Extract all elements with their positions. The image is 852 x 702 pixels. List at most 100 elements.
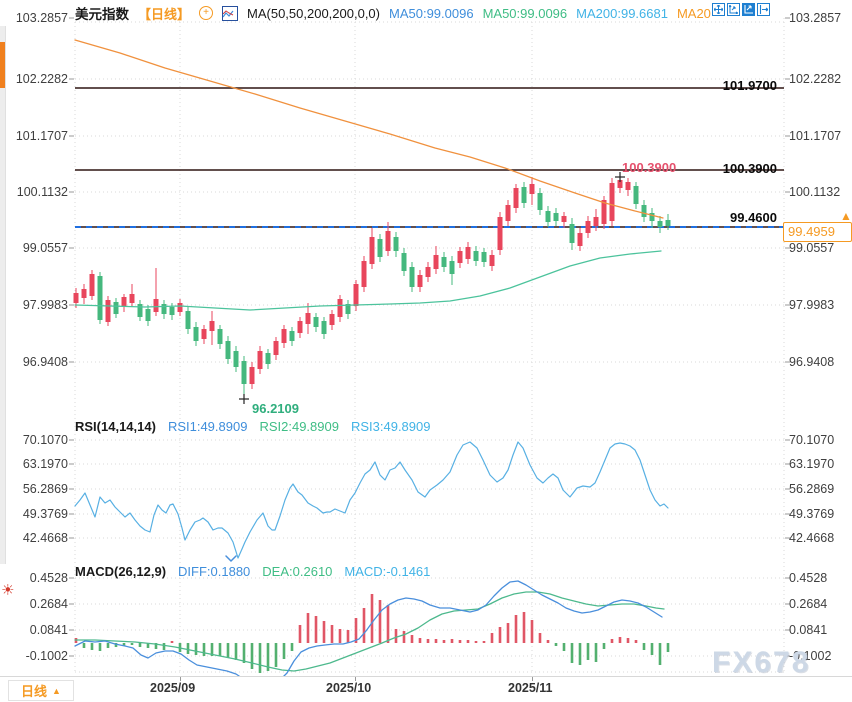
axis-tick-label: 97.9983 — [789, 297, 834, 313]
axis-tick-label: 100.1132 — [17, 184, 68, 200]
chart-type-icon[interactable] — [222, 6, 238, 21]
macd-histogram-bar — [187, 643, 190, 654]
macd-diff-value: DIFF:0.1880 — [178, 564, 250, 579]
macd-histogram-bar — [547, 640, 550, 643]
candle-body — [330, 314, 335, 325]
macd-histogram-bar — [651, 643, 654, 655]
indicator-settings-icon[interactable]: ☀ — [1, 583, 14, 599]
macd-dif-line — [75, 581, 662, 683]
macd-histogram-bar — [395, 629, 398, 643]
candle-body — [482, 252, 487, 262]
macd-histogram-bar — [459, 640, 462, 643]
macd-histogram-bar — [243, 643, 246, 663]
macd-histogram-bar — [507, 623, 510, 643]
zoom-axis-icon[interactable] — [727, 3, 740, 16]
candle-body — [314, 317, 319, 327]
macd-header: MACD(26,12,9) DIFF:0.1880 DEA:0.2610 MAC… — [75, 564, 430, 579]
candle-body — [114, 302, 119, 314]
macd-histogram-bar — [611, 639, 614, 643]
axis-tick-label: 0.4528 — [30, 570, 68, 586]
macd-histogram-bar — [251, 643, 254, 669]
fx678-watermark: FX678 — [712, 646, 810, 680]
macd-histogram-bar — [411, 635, 414, 643]
macd-histogram-bar — [315, 616, 318, 643]
candle-body — [570, 224, 575, 243]
candle-body — [626, 182, 631, 190]
candle-body — [106, 300, 111, 322]
macd-histogram-bar — [91, 643, 94, 650]
period-selector-button[interactable]: 日线 ▲ — [8, 680, 74, 701]
candle-body — [282, 329, 287, 343]
macd-histogram-bar — [259, 643, 262, 673]
candle-body — [138, 304, 143, 317]
candle-body — [250, 367, 255, 384]
axis-tick-label: 96.9408 — [789, 354, 834, 370]
axis-tick-label: 103.2857 — [789, 10, 841, 26]
candle-body — [266, 353, 271, 364]
macd-histogram-bar — [371, 594, 374, 643]
candle-body — [370, 237, 375, 264]
candle-body — [90, 274, 95, 296]
rsi1-value: RSI1:49.8909 — [168, 419, 248, 434]
macd-histogram-bar — [99, 643, 102, 651]
pan-crosshair-icon[interactable] — [712, 3, 725, 16]
chart-canvas[interactable] — [0, 0, 852, 702]
axis-tick-label: 96.9408 — [23, 354, 68, 370]
macd-histogram-bar — [323, 621, 326, 643]
left-splitter[interactable] — [0, 26, 6, 564]
macd-histogram-bar — [491, 633, 494, 643]
candle-body — [402, 253, 407, 271]
candle-body — [298, 321, 303, 333]
macd-histogram-bar — [563, 643, 566, 651]
macd-histogram-bar — [539, 633, 542, 643]
macd-histogram-bar — [107, 643, 110, 648]
level-price-label: 101.9700 — [632, 78, 777, 93]
macd-histogram-bar — [467, 640, 470, 643]
candle-body — [362, 261, 367, 287]
macd-histogram-bar — [171, 641, 174, 643]
macd-histogram-bar — [219, 643, 222, 656]
rsi-title: RSI(14,14,14) — [75, 419, 156, 434]
left-splitter-handle[interactable] — [0, 42, 5, 88]
candle-body — [434, 255, 439, 269]
candle-body — [442, 257, 447, 267]
candle-body — [194, 327, 199, 341]
macd-histogram-bar — [635, 640, 638, 643]
candle-body — [514, 188, 519, 208]
macd-histogram-bar — [139, 643, 142, 647]
axis-tick-label: 49.3769 — [789, 506, 834, 522]
axis-settings-icon[interactable] — [742, 3, 755, 16]
macd-histogram-bar — [275, 643, 278, 667]
chart-application: ☀ 美元指数 【日线】 + MA(50,50,200,200,0,0) MA50… — [0, 0, 852, 702]
candle-body — [426, 267, 431, 277]
candle-body — [378, 239, 383, 257]
candle-body — [578, 233, 583, 246]
candle-body — [410, 267, 415, 287]
candle-body — [74, 293, 79, 303]
rsi-line — [75, 442, 668, 558]
time-axis-label: 2025/09 — [150, 681, 195, 695]
macd-dea-value: DEA:0.2610 — [262, 564, 332, 579]
time-axis-bar: 日线 ▲ 2025/092025/102025/11 — [0, 676, 852, 702]
candle-body — [234, 351, 239, 367]
candle-body — [554, 213, 559, 221]
macd-histogram-bar — [291, 643, 294, 651]
macd-histogram-bar — [595, 643, 598, 662]
candle-body — [322, 321, 327, 334]
candle-body — [466, 247, 471, 259]
axis-tick-label: 99.0557 — [789, 240, 834, 256]
candle-body — [186, 311, 191, 329]
candle-body — [82, 289, 87, 298]
axis-tick-label: 100.1132 — [789, 184, 840, 200]
candle-body — [458, 251, 463, 263]
macd-histogram-bar — [195, 643, 198, 655]
macd-histogram-bar — [163, 643, 166, 650]
panel-collapse-chevron-icon — [226, 556, 236, 561]
add-indicator-icon[interactable]: + — [199, 6, 213, 20]
extreme-price-annotation: 96.2109 — [252, 402, 299, 416]
axis-tick-label: 42.4668 — [789, 530, 834, 546]
macd-histogram-bar — [427, 639, 430, 643]
time-axis-tick — [532, 677, 533, 681]
exit-right-icon[interactable] — [757, 3, 770, 16]
candle-body — [522, 187, 527, 203]
